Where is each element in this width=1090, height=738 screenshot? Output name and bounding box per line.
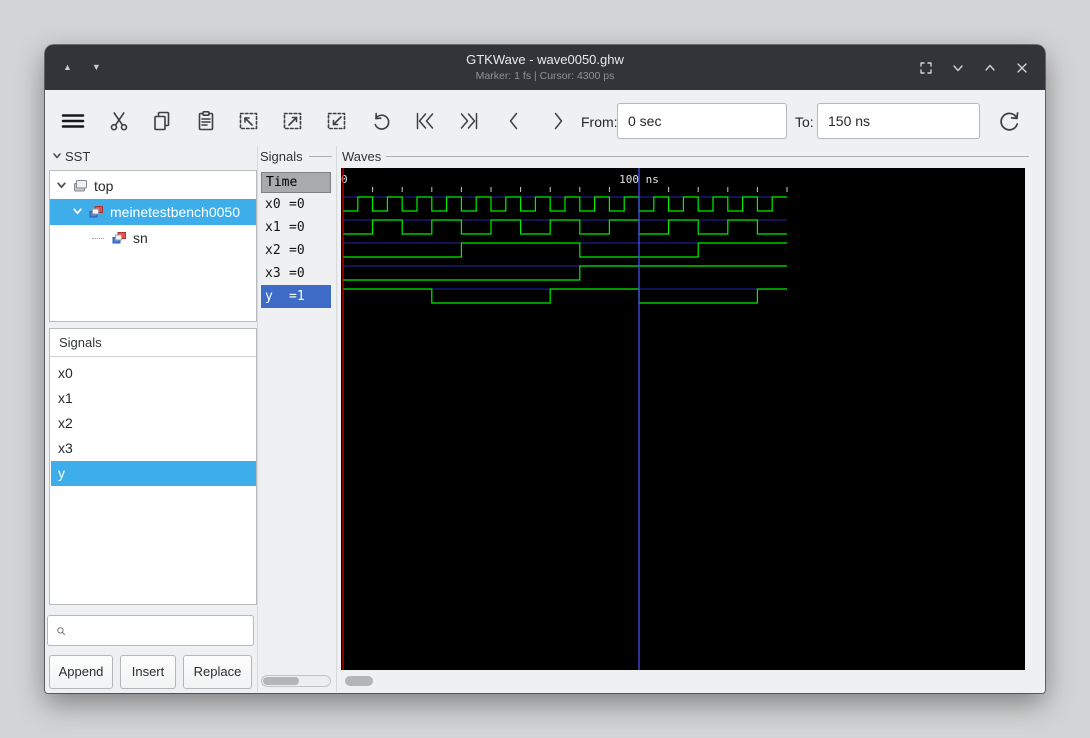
signal-list-item[interactable]: x3 [51,436,256,461]
module-icon [72,178,88,194]
copy-icon-button[interactable] [148,107,176,135]
tree-item-meinetestbench0050[interactable]: meinetestbench0050 [50,199,256,225]
tree-item-top[interactable]: top [50,173,256,199]
trace-row[interactable]: x2 =0 [261,239,331,262]
trace-row[interactable]: x1 =0 [261,216,331,239]
selection-box-icon-button[interactable] [235,107,263,135]
titlebar[interactable]: ▲ ▼ GTKWave - wave0050.ghw Marker: 1 fs … [45,45,1045,90]
trace-row[interactable]: x3 =0 [261,262,331,285]
signal-list-header: Signals [50,329,256,357]
paned-divider[interactable] [336,146,337,692]
expander-chevron-icon[interactable] [72,204,83,220]
trace-row[interactable]: x0 =0 [261,193,331,216]
chevron-up-button[interactable] [981,59,999,77]
gtkwave-window: ▲ ▼ GTKWave - wave0050.ghw Marker: 1 fs … [45,45,1045,693]
trace-row-selected[interactable]: y =1 [261,285,331,308]
waves-frame-line [386,156,1029,157]
skip-to-end-icon-button[interactable] [455,107,483,135]
signals-horizontal-scrollbar[interactable] [261,675,331,687]
zoom-in-selection-icon-button[interactable] [323,107,351,135]
append-button[interactable]: Append [49,655,113,689]
next-edge-icon-button[interactable] [544,107,572,135]
menu-icon-button[interactable] [59,107,87,135]
skip-to-start-icon-button[interactable] [411,107,439,135]
waves-horizontal-scrollbar-thumb[interactable] [345,676,373,686]
wave-svg: 0 100 ns [341,168,788,670]
close-button[interactable] [1013,59,1031,77]
sst-frame-label: SST [52,149,90,164]
cut-icon-button[interactable] [105,107,133,135]
signals-frame-line [309,156,332,157]
paned-divider[interactable] [257,146,258,692]
window-title: GTKWave - wave0050.ghw [466,52,624,67]
signal-list-item-selected[interactable]: y [51,461,256,486]
sst-signal-list: Signals x0 x1 x2 x3 y [49,328,257,605]
replace-button[interactable]: Replace [183,655,252,689]
wave-canvas[interactable]: 0 100 ns [341,168,1025,670]
from-label: From: [581,114,618,130]
expander-chevron-icon[interactable] [56,178,67,194]
to-label: To: [795,114,814,130]
corner-expand-icon-button[interactable] [917,59,935,77]
scope-icon [111,230,127,246]
signal-list-item[interactable]: x0 [51,361,256,386]
scope-icon [88,204,104,220]
undo-icon-button[interactable] [367,107,395,135]
to-input[interactable] [817,103,980,139]
search-icon [57,626,65,635]
previous-edge-icon-button[interactable] [500,107,528,135]
scrollbar-thumb[interactable] [263,677,299,685]
collapse-chevron-icon[interactable] [52,149,62,164]
tree-guide-line [92,237,104,239]
sst-tree: top meinetestbench0050 sn [49,170,257,322]
signal-list-item[interactable]: x1 [51,386,256,411]
signal-list-item[interactable]: x2 [51,411,256,436]
chevron-down-button[interactable] [949,59,967,77]
from-input[interactable] [617,103,787,139]
window-subtitle: Marker: 1 fs | Cursor: 4300 ps [475,70,615,82]
svg-text:0: 0 [341,173,348,186]
search-input[interactable] [72,616,253,645]
insert-button[interactable]: Insert [120,655,176,689]
signals-frame-label: Signals [260,149,303,164]
signal-search-box [47,615,254,646]
paste-icon-button[interactable] [192,107,220,135]
waves-frame-label: Waves [342,149,382,164]
zoom-out-selection-icon-button[interactable] [279,107,307,135]
time-header[interactable]: Time [261,172,331,193]
tree-item-sn[interactable]: sn [50,225,256,251]
reload-icon-button[interactable] [995,107,1023,135]
